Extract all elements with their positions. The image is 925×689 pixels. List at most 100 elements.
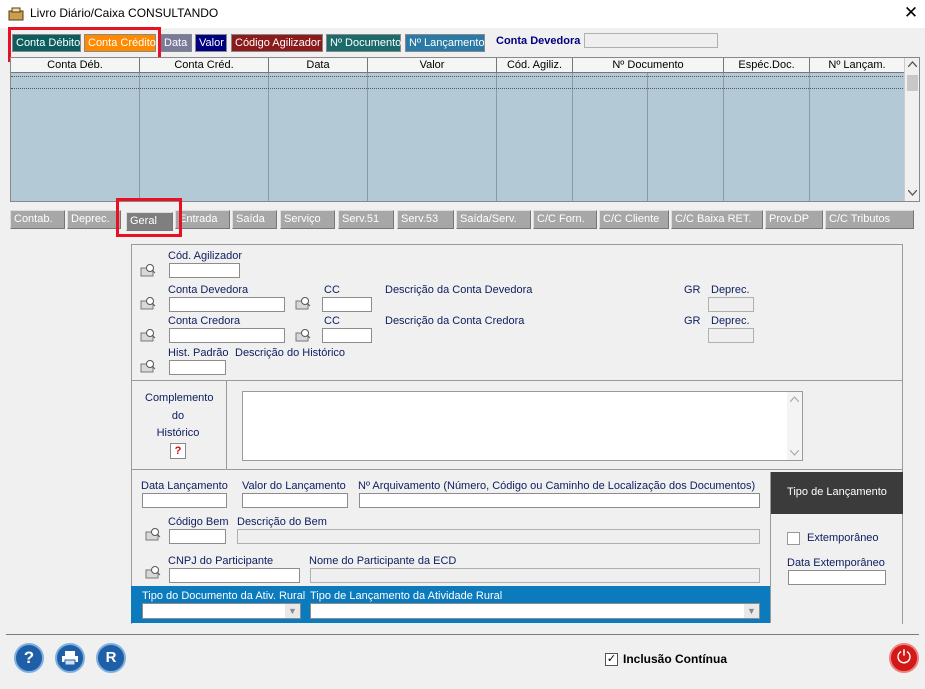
col-header-data[interactable]: Data — [269, 58, 368, 73]
title-bar: Livro Diário/Caixa CONSULTANDO ✕ — [0, 0, 925, 28]
scroll-down-icon[interactable] — [908, 190, 917, 196]
codigo-bem-input[interactable] — [169, 529, 226, 544]
panel-divider — [131, 380, 903, 381]
grid-col-line — [496, 73, 497, 201]
col-header-n-lancam[interactable]: Nº Lançam. — [810, 58, 905, 73]
tab-cc-forn[interactable]: C/C Forn. — [533, 210, 597, 229]
grid-col-line — [367, 73, 368, 201]
extemporaneo-checkbox[interactable] — [787, 532, 800, 545]
tipo-lanc-rural-label: Tipo de Lançamento da Atividade Rural — [310, 590, 503, 602]
tab-serv53[interactable]: Serv.53 — [397, 210, 454, 229]
deprec-credora-display — [708, 328, 754, 343]
tab-saida[interactable]: Saída — [232, 210, 277, 229]
col-header-n-documento[interactable]: Nº Documento — [573, 58, 724, 73]
deprec-devedora-label: Deprec. — [711, 284, 750, 296]
inclusao-continua-checkbox[interactable]: ✓ — [605, 653, 618, 666]
lookup-icon[interactable] — [140, 328, 156, 342]
cnpj-participante-label: CNPJ do Participante — [168, 555, 274, 567]
lookup-icon[interactable] — [140, 296, 156, 310]
grid-col-line — [268, 73, 269, 201]
tab-data[interactable]: Data — [160, 34, 192, 52]
tab-codigo-agilizador[interactable]: Código Agilizador — [231, 34, 323, 52]
table-row-selected[interactable] — [11, 76, 905, 89]
scroll-up-icon[interactable] — [790, 396, 799, 402]
lookup-icon[interactable] — [295, 328, 311, 342]
scroll-up-icon[interactable] — [908, 61, 917, 67]
cnpj-participante-input[interactable] — [169, 568, 300, 583]
valor-lancamento-label: Valor do Lançamento — [242, 480, 346, 492]
hist-padrao-label: Hist. Padrão — [168, 347, 229, 359]
chevron-down-icon[interactable]: ▼ — [285, 604, 300, 618]
tab-valor[interactable]: Valor — [195, 34, 227, 52]
tab-entrada[interactable]: Entrada — [175, 210, 230, 229]
desc-historico-label: Descrição do Histórico — [235, 347, 346, 359]
col-header-valor[interactable]: Valor — [368, 58, 497, 73]
printer-icon — [62, 651, 78, 666]
complemento-textarea[interactable] — [242, 391, 803, 461]
conta-devedora-label: Conta Devedora — [496, 35, 581, 47]
data-lancamento-input[interactable] — [142, 493, 227, 508]
arquivamento-label: Nº Arquivamento (Número, Código ou Camin… — [358, 480, 756, 492]
scroll-thumb[interactable] — [907, 75, 918, 91]
grid-header: Conta Déb. Conta Créd. Data Valor Cód. A… — [11, 58, 905, 73]
cc-devedora-input[interactable] — [322, 297, 372, 312]
col-header-espec-doc[interactable]: Espéc.Doc. — [724, 58, 810, 73]
col-header-conta-cred[interactable]: Conta Créd. — [140, 58, 269, 73]
records-grid[interactable]: Conta Déb. Conta Créd. Data Valor Cód. A… — [10, 57, 920, 202]
lookup-icon[interactable] — [145, 527, 161, 541]
help-button[interactable]: ? — [14, 643, 44, 673]
arquivamento-input[interactable] — [359, 493, 760, 508]
inclusao-continua-label: Inclusão Contínua — [623, 652, 728, 666]
tab-n-documento[interactable]: Nº Documento — [326, 34, 401, 52]
tab-serv51[interactable]: Serv.51 — [338, 210, 394, 229]
lookup-icon[interactable] — [140, 359, 156, 373]
hist-padrao-input[interactable] — [169, 360, 226, 375]
conta-devedora-display — [584, 33, 718, 48]
panel-divider — [770, 472, 771, 623]
panel-divider — [226, 381, 227, 469]
report-button[interactable]: R — [96, 643, 126, 673]
panel-border — [131, 244, 132, 624]
panel-border — [131, 244, 903, 245]
scroll-down-icon[interactable] — [790, 450, 799, 456]
tipo-doc-rural-select[interactable]: ▼ — [142, 603, 301, 619]
chevron-down-icon[interactable]: ▼ — [744, 604, 759, 618]
complemento-label: Complemento — [145, 392, 214, 404]
exit-button[interactable]: ⏻ — [889, 643, 919, 673]
window-title: Livro Diário/Caixa CONSULTANDO — [30, 6, 219, 20]
lookup-icon[interactable] — [295, 296, 311, 310]
valor-lancamento-input[interactable] — [242, 493, 348, 508]
lookup-icon[interactable] — [140, 263, 156, 277]
tab-cc-cliente[interactable]: C/C Cliente — [599, 210, 669, 229]
lookup-icon[interactable] — [145, 565, 161, 579]
data-extemporaneo-input[interactable] — [788, 570, 886, 585]
extemporaneo-label: Extemporâneo — [807, 532, 879, 544]
cc-devedora-label: CC — [324, 284, 340, 296]
tab-n-lancamento[interactable]: Nº Lançamento — [405, 34, 485, 52]
cod-agilizador-input[interactable] — [169, 263, 240, 278]
codigo-bem-label: Código Bem — [168, 516, 229, 528]
tab-cc-tributos[interactable]: C/C Tributos — [825, 210, 914, 229]
print-button[interactable] — [55, 643, 85, 673]
grid-col-line — [572, 73, 573, 201]
tab-contab[interactable]: Contab. — [10, 210, 65, 229]
help-complemento-button[interactable]: ? — [170, 443, 186, 459]
tab-prov-dp[interactable]: Prov.DP — [765, 210, 823, 229]
desc-conta-credora-label: Descrição da Conta Credora — [385, 315, 525, 327]
tab-deprec[interactable]: Deprec. — [67, 210, 121, 229]
tipo-lanc-rural-select[interactable]: ▼ — [310, 603, 760, 619]
textarea-scrollbar[interactable] — [787, 392, 802, 460]
grid-col-line — [809, 73, 810, 201]
col-header-conta-deb[interactable]: Conta Déb. — [11, 58, 140, 73]
col-header-cod-agiliz[interactable]: Cód. Agiliz. — [497, 58, 573, 73]
cc-credora-input[interactable] — [322, 328, 372, 343]
tab-saida-serv[interactable]: Saída/Serv. — [456, 210, 531, 229]
tab-servico[interactable]: Serviço — [280, 210, 335, 229]
conta-devedora-input[interactable] — [169, 297, 285, 312]
grid-vertical-scrollbar[interactable] — [904, 58, 919, 201]
tab-cc-baixa-ret[interactable]: C/C Baixa RET. — [671, 210, 763, 229]
complemento-historico-label: Histórico — [156, 427, 200, 439]
deprec-credora-label: Deprec. — [711, 315, 750, 327]
conta-credora-input[interactable] — [169, 328, 285, 343]
close-icon[interactable]: ✕ — [903, 3, 919, 23]
